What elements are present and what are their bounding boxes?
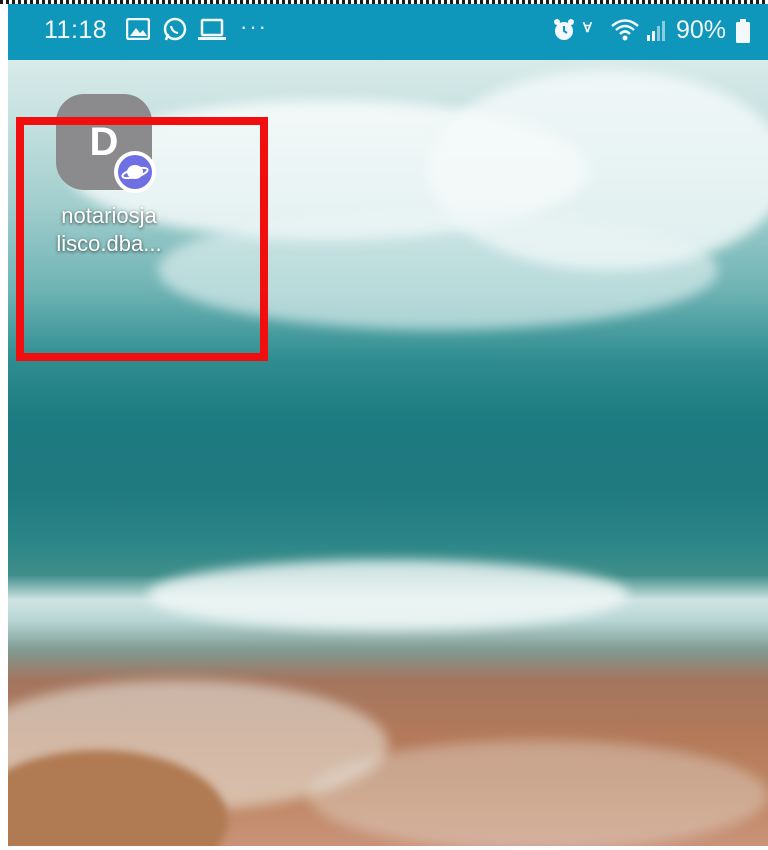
phone-screen: 11:18 ··· Ɐ 90% D notariosja lisco.dba..… bbox=[8, 4, 768, 846]
status-bar: 11:18 ··· Ɐ 90% bbox=[8, 4, 768, 60]
battery-percent: 90% bbox=[676, 16, 727, 44]
shore-wave-foam bbox=[148, 560, 628, 630]
shore-foam bbox=[308, 740, 768, 846]
wifi-icon bbox=[611, 19, 639, 41]
status-time: 11:18 bbox=[44, 16, 108, 44]
battery-icon bbox=[736, 19, 750, 43]
alarm-icon bbox=[554, 19, 574, 40]
signal-icon bbox=[647, 21, 665, 41]
volte-icon: Ɐ bbox=[583, 20, 592, 35]
highlight-box bbox=[16, 117, 268, 361]
more-icon: ··· bbox=[240, 14, 268, 39]
gallery-icon bbox=[126, 18, 150, 40]
whatsapp-icon bbox=[163, 17, 187, 41]
laptop-icon bbox=[198, 18, 226, 40]
frame-border bbox=[0, 0, 768, 4]
